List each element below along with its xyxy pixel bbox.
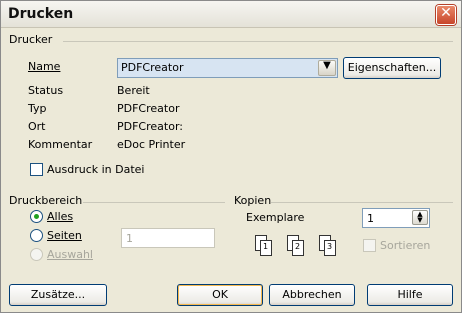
type-label: Typ — [28, 102, 47, 115]
type-value: PDFCreator — [117, 102, 180, 115]
print-to-file-checkbox[interactable] — [30, 163, 43, 176]
printer-name-label: Name — [28, 60, 61, 73]
range-all-radio[interactable] — [30, 210, 43, 223]
page-icon: 1 — [260, 240, 272, 256]
extras-button[interactable]: Zusätze... — [9, 284, 107, 306]
range-selection-radio[interactable] — [30, 248, 43, 261]
printer-section-label: Drucker — [9, 33, 53, 46]
print-to-file-label: Ausdruck in Datei — [47, 163, 145, 176]
radio-selected-dot — [34, 214, 39, 219]
range-selection-label: Auswahl — [47, 248, 93, 261]
copies-count-spinner[interactable]: 1 ▲ ▼ — [362, 208, 430, 228]
print-range-section-label: Druckbereich — [9, 194, 83, 207]
pages-input[interactable]: 1 — [121, 228, 215, 248]
location-label: Ort — [28, 120, 46, 133]
comment-label: Kommentar — [28, 138, 93, 151]
status-value: Bereit — [117, 84, 150, 97]
ok-button[interactable]: OK — [177, 284, 263, 306]
close-button[interactable]: ✕ — [436, 5, 456, 25]
range-all-label: Alles — [47, 210, 74, 223]
range-pages-radio[interactable] — [30, 229, 43, 242]
print-range-divider — [83, 202, 225, 203]
cancel-button[interactable]: Abbrechen — [269, 284, 355, 306]
collate-label: Sortieren — [380, 239, 431, 252]
window-title: Drucken — [8, 6, 74, 22]
copies-divider — [271, 202, 453, 203]
comment-value: eDoc Printer — [117, 138, 186, 151]
title-bar: Drucken ✕ — [1, 1, 461, 28]
printer-name-dropdown-button[interactable]: ▼ — [318, 60, 336, 76]
collate-checkbox[interactable] — [363, 239, 376, 252]
printer-name-value: PDFCreator — [121, 61, 184, 74]
print-dialog: Drucken ✕ Drucker Name PDFCreator ▼ Eige… — [0, 0, 462, 313]
chevron-down-icon: ▼ — [323, 60, 331, 71]
range-pages-label: Seiten — [47, 229, 82, 242]
copies-count-value: 1 — [367, 212, 374, 225]
spin-down-icon[interactable]: ▼ — [413, 217, 427, 224]
help-button[interactable]: Hilfe — [367, 284, 453, 306]
close-icon: ✕ — [440, 5, 452, 21]
pages-input-value: 1 — [126, 232, 133, 245]
printer-name-select[interactable]: PDFCreator ▼ — [117, 58, 338, 78]
properties-button[interactable]: Eigenschaften... — [343, 57, 441, 79]
copies-spin-buttons[interactable]: ▲ ▼ — [412, 210, 428, 225]
location-value: PDFCreator: — [117, 120, 183, 133]
copies-count-label: Exemplare — [246, 211, 305, 224]
page-icon: 2 — [292, 240, 304, 256]
printer-section-divider — [63, 41, 453, 42]
page-icon: 3 — [324, 240, 336, 256]
copies-section-label: Kopien — [234, 194, 272, 207]
status-label: Status — [28, 84, 64, 97]
